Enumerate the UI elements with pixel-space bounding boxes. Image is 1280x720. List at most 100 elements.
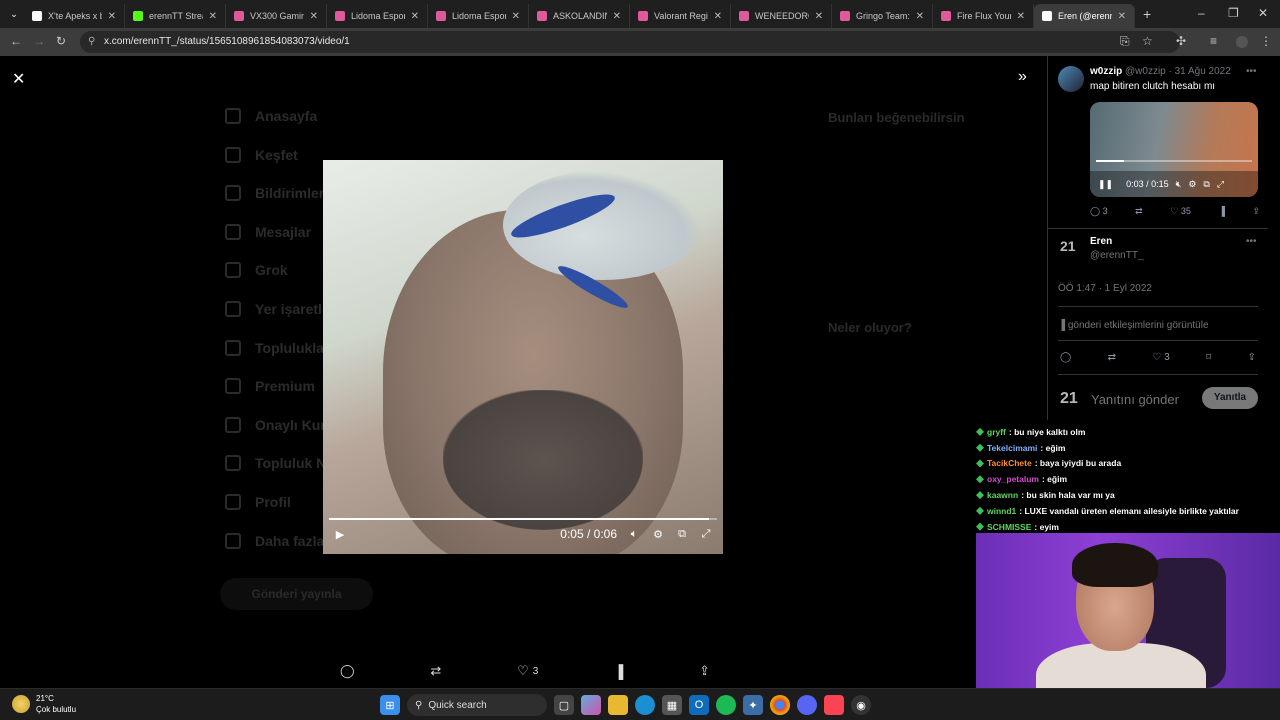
edge-icon[interactable] (635, 695, 655, 715)
tab-close-icon[interactable]: ✕ (815, 11, 823, 22)
author-handle[interactable]: @w0zzip (1125, 66, 1166, 77)
play-icon[interactable]: ▶ (333, 527, 347, 541)
settings-gear-icon[interactable]: ⚙ (1188, 179, 1196, 190)
browser-tab[interactable]: ASKOLANDIN ✕ (529, 4, 630, 28)
tab-close-icon[interactable]: ✕ (411, 11, 419, 22)
spotify-icon[interactable] (716, 695, 736, 715)
more-options-icon[interactable]: ••• (1246, 66, 1257, 77)
settings-gear-icon[interactable]: ⚙ (651, 527, 665, 541)
back-icon[interactable]: ← (10, 34, 22, 48)
url-field[interactable]: ⚲ x.com/erennTT_/status/1565108961854083… (80, 31, 1180, 53)
chat-username[interactable]: TacikChete (987, 458, 1032, 468)
profile-avatar[interactable] (1236, 36, 1248, 48)
discord-icon[interactable] (797, 695, 817, 715)
tab-close-icon[interactable]: ✕ (1118, 11, 1126, 22)
chrome-icon[interactable] (770, 695, 790, 715)
tweet-date[interactable]: · 31 Ağu 2022 (1169, 66, 1231, 77)
new-tab-icon[interactable]: + (1143, 6, 1151, 22)
volume-icon[interactable]: 🔈︎ (627, 527, 641, 541)
share-icon[interactable]: ⇪ (699, 663, 710, 679)
reload-icon[interactable]: ↻ (56, 34, 66, 48)
tab-close-icon[interactable]: ✕ (1017, 11, 1025, 22)
like-button[interactable]: ♡ 3 (1152, 352, 1169, 363)
outlook-icon[interactable]: O (689, 695, 709, 715)
author-handle[interactable]: @erennTT_ (1090, 250, 1144, 261)
tab-close-icon[interactable]: ✕ (209, 11, 217, 22)
obs-icon[interactable]: ◉ (851, 695, 871, 715)
chat-username[interactable]: oxy_petalum (987, 474, 1039, 484)
copilot-icon[interactable] (581, 695, 601, 715)
valorant-icon[interactable] (824, 695, 844, 715)
like-button[interactable]: ♡ 35 (1170, 206, 1191, 217)
reply-icon[interactable]: ◯ (1060, 352, 1071, 363)
author-name[interactable]: Eren (1090, 236, 1112, 247)
browser-tab[interactable]: Valorant Region ✕ (630, 4, 731, 28)
embedded-video-player[interactable]: ❚❚ 0:03 / 0:15 🔇︎ ⚙ ⧉ ⤢ (1090, 102, 1258, 197)
tweet-timestamp[interactable]: ÖÖ 1:47 · 1 Eyl 2022 (1058, 283, 1152, 294)
reply-button[interactable]: ◯ 3 (1090, 206, 1108, 217)
pause-icon[interactable]: ❚❚ (1098, 179, 1113, 190)
media-control-icon[interactable]: ≡ (1210, 34, 1217, 48)
browser-tab[interactable]: Lidoma Esports ✕ (327, 4, 428, 28)
close-window-icon[interactable]: ✕ (1258, 6, 1268, 20)
browser-tab[interactable]: X'te Apeks x b ✕ (24, 4, 125, 28)
repost-icon[interactable]: ⇄ (1135, 206, 1143, 217)
extensions-icon[interactable]: ✣ (1176, 34, 1186, 48)
like-button[interactable]: ♡ 3 (517, 663, 538, 679)
chat-username[interactable]: winnd1 (987, 506, 1016, 516)
mute-icon[interactable]: 🔇︎ (1176, 179, 1182, 190)
tab-close-icon[interactable]: ✕ (916, 11, 924, 22)
more-options-icon[interactable]: ••• (1246, 236, 1257, 247)
tab-close-icon[interactable]: ✕ (512, 11, 520, 22)
browser-tab[interactable]: Fire Flux Young ✕ (933, 4, 1034, 28)
store-icon[interactable]: ▦ (662, 695, 682, 715)
share-icon[interactable]: ⇪ (1248, 352, 1256, 363)
weather-widget[interactable]: 21°C Çok bulutlu (12, 693, 76, 715)
reply-button[interactable]: Yanıtla (1202, 387, 1258, 409)
reply-input[interactable]: Yanıtını gönder (1091, 392, 1179, 407)
chat-username[interactable]: Tekelcimami (987, 443, 1037, 453)
bookmark-star-icon[interactable]: ☆ (1142, 34, 1153, 48)
chat-username[interactable]: kaawnn (987, 490, 1018, 500)
reply-icon[interactable]: ◯ (340, 663, 355, 679)
file-explorer-icon[interactable] (608, 695, 628, 715)
tab-close-icon[interactable]: ✕ (108, 11, 116, 22)
taskbar-search[interactable]: ⚲ Quick search (407, 694, 547, 716)
minimize-icon[interactable]: – (1198, 6, 1205, 20)
chat-username[interactable]: gryff (987, 427, 1006, 437)
chat-username[interactable]: SCHMISSE (987, 522, 1031, 532)
menu-dots-icon[interactable]: ⋮ (1260, 34, 1272, 48)
pip-icon[interactable]: ⧉ (675, 527, 689, 541)
share-icon[interactable]: ⇪ (1252, 206, 1260, 217)
task-view-icon[interactable]: ▢ (554, 695, 574, 715)
embedded-video-progress[interactable] (1096, 160, 1252, 162)
browser-tab[interactable]: Lidoma Esports ✕ (428, 4, 529, 28)
tab-close-icon[interactable]: ✕ (714, 11, 722, 22)
fullscreen-icon[interactable]: ⤢ (1217, 179, 1224, 190)
app-icon[interactable]: ✦ (743, 695, 763, 715)
install-icon[interactable]: ⎘ (1120, 34, 1130, 49)
repost-icon[interactable]: ⇄ (430, 663, 441, 679)
browser-tab[interactable]: VX300 Gaming ✕ (226, 4, 327, 28)
tab-search-icon[interactable]: ⌄ (4, 4, 24, 24)
bookmark-icon[interactable]: ⌑ (1206, 352, 1211, 363)
close-media-icon[interactable]: ✕ (12, 69, 25, 89)
views-icon[interactable]: ▐ (614, 663, 623, 679)
views-icon[interactable]: ▐ (1218, 206, 1224, 217)
browser-tab[interactable]: Gringo Team: M ✕ (832, 4, 933, 28)
pip-icon[interactable]: ⧉ (1203, 179, 1209, 190)
avatar[interactable] (1058, 66, 1084, 92)
eren-avatar-logo[interactable]: 21 (1060, 238, 1076, 254)
browser-tab[interactable]: erennTT Stream ✕ (125, 4, 226, 28)
repost-icon[interactable]: ⇄ (1108, 352, 1116, 363)
expand-panel-icon[interactable]: » (1018, 68, 1027, 86)
author-name[interactable]: w0zzip (1090, 66, 1122, 77)
site-info-icon[interactable]: ⚲ (88, 31, 95, 53)
tab-close-icon[interactable]: ✕ (613, 11, 621, 22)
main-video-player[interactable]: ▶ 0:05 / 0:06 🔈︎ ⚙ ⧉ ⤢ (323, 160, 723, 554)
view-engagements-link[interactable]: ▐ gönderi etkileşimlerini görüntüle (1058, 320, 1209, 331)
fullscreen-icon[interactable]: ⤢ (699, 527, 713, 541)
maximize-icon[interactable]: ❐ (1228, 6, 1239, 20)
browser-tab[interactable]: WENEEDORG ✕ (731, 4, 832, 28)
windows-start-icon[interactable]: ⊞ (380, 695, 400, 715)
